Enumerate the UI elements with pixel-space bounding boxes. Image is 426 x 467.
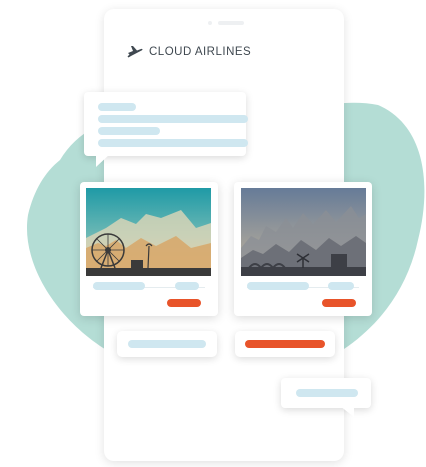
destination-image-right xyxy=(241,188,366,276)
brand-name: CLOUD AIRLINES xyxy=(149,46,252,58)
phone-camera xyxy=(208,21,212,25)
placeholder-bar xyxy=(98,103,136,111)
book-button-left[interactable] xyxy=(167,299,201,307)
bubble-tail-left xyxy=(96,154,110,167)
airplane-icon xyxy=(127,46,143,58)
placeholder-bar xyxy=(296,389,358,397)
book-button-right[interactable] xyxy=(322,299,356,307)
bubble-tail-right xyxy=(340,406,354,417)
placeholder-bar xyxy=(175,282,199,290)
placeholder-bar xyxy=(98,115,248,123)
destination-image-left xyxy=(86,188,211,276)
placeholder-bar xyxy=(98,139,248,147)
placeholder-bar xyxy=(93,282,145,290)
phone-speaker xyxy=(218,21,244,25)
placeholder-bar xyxy=(247,282,309,290)
placeholder-bar xyxy=(128,340,206,348)
primary-action-bar xyxy=(245,340,325,348)
placeholder-bar xyxy=(328,282,354,290)
brand-header: CLOUD AIRLINES xyxy=(127,45,251,59)
placeholder-bar xyxy=(98,127,160,135)
